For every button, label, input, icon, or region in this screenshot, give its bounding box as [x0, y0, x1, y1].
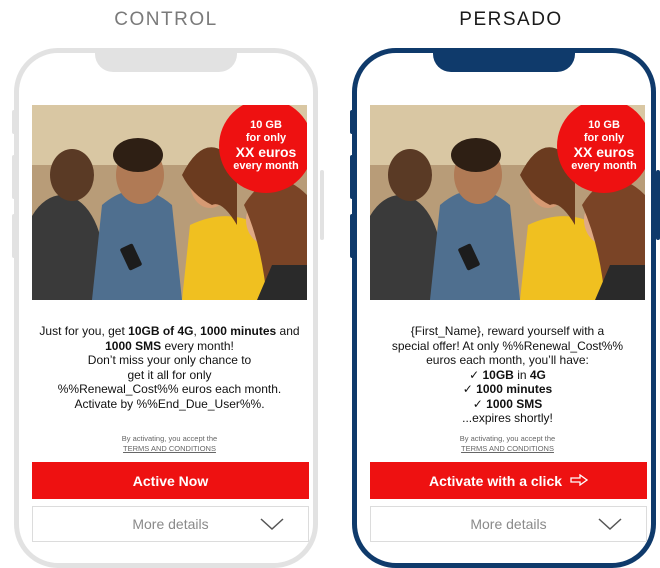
msg-line: Activate by %%End_Due_User%%.: [74, 396, 265, 411]
control-offer-message: Just for you, get 10GB of 4G, 1000 minut…: [32, 324, 307, 411]
badge-price: XX euros: [235, 144, 297, 161]
more-details-button[interactable]: More details: [370, 506, 647, 542]
benefit-item: ✓ 1000 minutes: [376, 382, 639, 397]
active-now-button[interactable]: Active Now: [32, 462, 309, 499]
cta-label: Active Now: [132, 472, 209, 489]
more-details-button[interactable]: More details: [32, 506, 309, 542]
more-label: More details: [470, 516, 547, 532]
badge-line: for only: [245, 131, 287, 144]
hero-photo: 10 GB for only XX euros every month: [32, 105, 307, 300]
phone-notch: [433, 48, 575, 72]
msg-line: Don’t miss your only chance to: [87, 353, 252, 367]
badge-line: every month: [233, 160, 299, 173]
msg-bold: 1000 SMS: [486, 396, 543, 411]
phone-notch: [95, 48, 237, 72]
control-heading: CONTROL: [114, 9, 218, 30]
arrow-right-icon: [570, 473, 589, 489]
benefit-item: ✓ 10GB in 4G: [376, 368, 639, 383]
phone-side-button: [656, 170, 660, 240]
hero-photo: 10 GB for only XX euros every month: [370, 105, 645, 300]
legal-text: By activating, you accept the: [459, 434, 556, 443]
check-icon: ✓: [472, 396, 487, 411]
msg-bold: 1000 SMS: [105, 338, 162, 353]
msg-bold: 4G: [529, 367, 546, 382]
msg-text: and: [276, 324, 300, 338]
msg-line: get it all for only: [127, 367, 212, 382]
msg-bold: 1000 minutes: [476, 382, 553, 396]
msg-line: euros each month, you’ll have:: [426, 353, 589, 367]
phone-side-button: [320, 170, 324, 240]
terms-link[interactable]: TERMS AND CONDITIONS: [370, 444, 645, 454]
badge-price: XX euros: [573, 144, 635, 161]
badge-line: 10 GB: [250, 118, 282, 131]
chevron-down-icon: [598, 517, 622, 534]
cta-label: Activate with a click: [428, 472, 563, 489]
terms-link[interactable]: TERMS AND CONDITIONS: [32, 444, 307, 454]
check-icon: ✓: [469, 367, 483, 382]
msg-line: special offer! At only %%Renewal_Cost%%: [391, 338, 624, 353]
more-label: More details: [132, 516, 209, 532]
msg-line: {First_Name}, reward yourself with a: [410, 324, 605, 338]
msg-text: every month!: [161, 338, 234, 353]
legal-notice: By activating, you accept the TERMS AND …: [370, 434, 645, 454]
msg-text: in: [513, 367, 530, 382]
benefit-item: ✓ 1000 SMS: [376, 397, 639, 412]
msg-text: Just for you, get: [39, 324, 129, 338]
activate-with-a-click-button[interactable]: Activate with a click: [370, 462, 647, 499]
control-screen: 10 GB for only XX euros every month Just…: [32, 105, 309, 542]
msg-bold: 1000 minutes: [200, 324, 277, 338]
badge-line: 10 GB: [588, 118, 620, 131]
badge-line: for only: [583, 131, 625, 144]
msg-bold: 10GB: [482, 367, 514, 382]
control-phone: 10 GB for only XX euros every month Just…: [14, 48, 318, 568]
persado-heading: PERSADO: [459, 9, 563, 30]
persado-phone: 10 GB for only XX euros every month {Fir…: [352, 48, 656, 568]
persado-screen: 10 GB for only XX euros every month {Fir…: [370, 105, 647, 542]
msg-line: %%Renewal_Cost%% euros each month.: [57, 382, 282, 396]
msg-line: ...expires shortly!: [462, 411, 553, 425]
legal-text: By activating, you accept the: [121, 434, 218, 443]
badge-line: every month: [571, 160, 637, 173]
check-icon: ✓: [462, 382, 477, 396]
persado-offer-message: {First_Name}, reward yourself with a spe…: [370, 324, 645, 426]
chevron-down-icon: [260, 517, 284, 534]
msg-bold: 10GB of 4G: [128, 324, 194, 338]
legal-notice: By activating, you accept the TERMS AND …: [32, 434, 307, 454]
